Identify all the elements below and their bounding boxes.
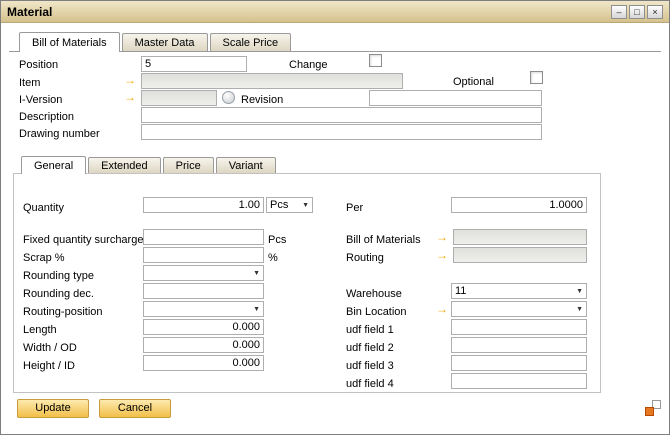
quantity-label: Quantity	[23, 201, 64, 215]
rounding-type-select[interactable]: ▼	[143, 265, 264, 281]
length-input[interactable]	[143, 319, 264, 335]
bom-label: Bill of Materials	[346, 233, 421, 247]
scrap-label: Scrap %	[23, 251, 65, 265]
maximize-button[interactable]: □	[629, 5, 645, 19]
window-controls: – □ ×	[611, 5, 663, 19]
length-label: Length	[23, 323, 57, 337]
routing-position-label: Routing-position	[23, 305, 103, 319]
tab-general[interactable]: General	[21, 156, 86, 174]
titlebar[interactable]: Material – □ ×	[1, 1, 669, 23]
warehouse-label: Warehouse	[346, 287, 402, 301]
scrap-input[interactable]	[143, 247, 264, 263]
tab-extended[interactable]: Extended	[88, 157, 160, 173]
iversion-label: I-Version	[19, 93, 62, 107]
bin-location-link-arrow-icon[interactable]: →	[435, 303, 449, 317]
udf3-label: udf field 3	[346, 359, 394, 373]
tab-price[interactable]: Price	[163, 157, 214, 173]
iversion-field	[141, 90, 217, 106]
change-label: Change	[289, 58, 328, 72]
rounding-dec-input[interactable]	[143, 283, 264, 299]
rounding-type-label: Rounding type	[23, 269, 94, 283]
width-od-input[interactable]	[143, 337, 264, 353]
description-label: Description	[19, 110, 74, 124]
udf2-label: udf field 2	[346, 341, 394, 355]
resize-square-filled	[645, 407, 654, 416]
scrap-unit: %	[268, 251, 278, 265]
version-info-icon[interactable]	[222, 91, 235, 104]
udf4-label: udf field 4	[346, 377, 394, 391]
top-tab-bar: Bill of Materials Master Data Scale Pric…	[9, 31, 661, 52]
warehouse-value: 11	[455, 285, 574, 297]
optional-checkbox[interactable]	[530, 71, 543, 84]
detail-tab-bar: General Extended Price Variant	[21, 155, 276, 173]
udf4-input[interactable]	[451, 373, 587, 389]
quantity-uom-value: Pcs	[270, 199, 300, 211]
dropdown-caret-icon: ▼	[576, 288, 583, 295]
bom-link-arrow-icon[interactable]: →	[435, 231, 449, 245]
routing-label: Routing	[346, 251, 384, 265]
routing-field	[453, 247, 587, 263]
tab-scale-price[interactable]: Scale Price	[210, 33, 292, 51]
width-od-label: Width / OD	[23, 341, 77, 355]
rounding-dec-label: Rounding dec.	[23, 287, 94, 301]
dropdown-caret-icon: ▼	[576, 306, 583, 313]
tab-variant[interactable]: Variant	[216, 157, 276, 173]
dropdown-caret-icon: ▼	[253, 306, 260, 313]
description-input[interactable]	[141, 107, 542, 123]
change-checkbox[interactable]	[369, 54, 382, 67]
tab-master-data[interactable]: Master Data	[122, 33, 208, 51]
cancel-button[interactable]: Cancel	[99, 399, 171, 418]
item-link-arrow-icon[interactable]: →	[123, 74, 137, 88]
height-id-input[interactable]	[143, 355, 264, 371]
revision-input[interactable]	[369, 90, 542, 106]
position-input[interactable]	[141, 56, 247, 72]
form-resize-icon[interactable]	[645, 400, 661, 416]
udf1-label: udf field 1	[346, 323, 394, 337]
item-label: Item	[19, 76, 40, 90]
revision-label: Revision	[241, 93, 283, 107]
minimize-button[interactable]: –	[611, 5, 627, 19]
udf2-input[interactable]	[451, 337, 587, 353]
per-label: Per	[346, 201, 363, 215]
quantity-input[interactable]	[143, 197, 264, 213]
window-title: Material	[7, 5, 52, 19]
routing-link-arrow-icon[interactable]: →	[435, 249, 449, 263]
optional-label: Optional	[453, 75, 494, 89]
close-button[interactable]: ×	[647, 5, 663, 19]
position-label: Position	[19, 58, 58, 72]
height-id-label: Height / ID	[23, 359, 75, 373]
bin-location-select[interactable]: ▼	[451, 301, 587, 317]
warehouse-select[interactable]: 11 ▼	[451, 283, 587, 299]
per-input[interactable]	[451, 197, 587, 213]
udf1-input[interactable]	[451, 319, 587, 335]
update-button[interactable]: Update	[17, 399, 89, 418]
fixed-surcharge-unit: Pcs	[268, 233, 286, 247]
udf3-input[interactable]	[451, 355, 587, 371]
drawing-number-input[interactable]	[141, 124, 542, 140]
fixed-surcharge-input[interactable]	[143, 229, 264, 245]
quantity-uom-select[interactable]: Pcs ▼	[266, 197, 313, 213]
item-field	[141, 73, 403, 89]
dropdown-caret-icon: ▼	[302, 202, 309, 209]
routing-position-select[interactable]: ▼	[143, 301, 264, 317]
tab-bill-of-materials[interactable]: Bill of Materials	[19, 32, 120, 52]
material-window: Material – □ × Bill of Materials Master …	[0, 0, 670, 435]
dropdown-caret-icon: ▼	[253, 270, 260, 277]
drawing-number-label: Drawing number	[19, 127, 100, 141]
bin-location-label: Bin Location	[346, 305, 407, 319]
fixed-surcharge-label: Fixed quantity surcharge	[23, 233, 143, 247]
iversion-link-arrow-icon[interactable]: →	[123, 91, 137, 105]
bom-field	[453, 229, 587, 245]
